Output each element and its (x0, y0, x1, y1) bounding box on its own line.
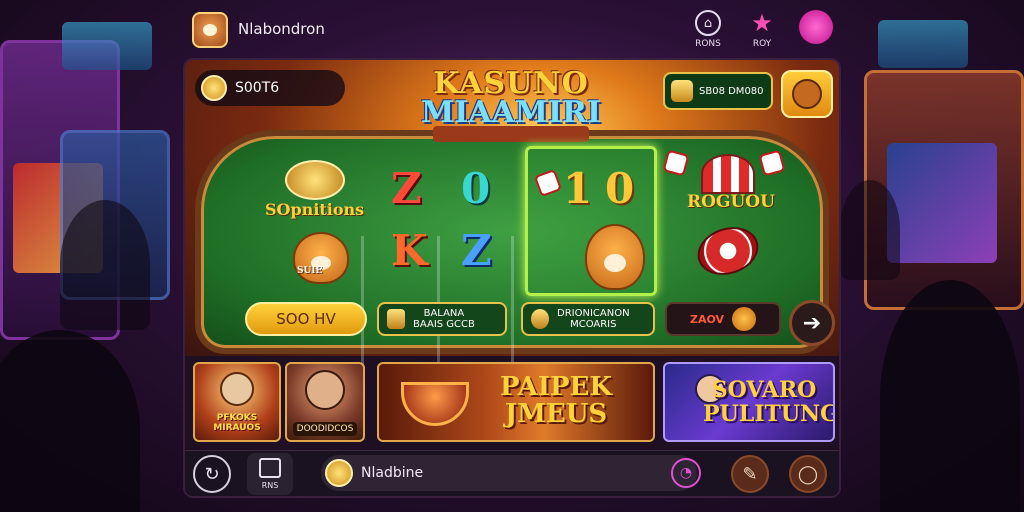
tent-label: ROGUOU (687, 192, 775, 212)
game-card[interactable]: PFKOKS MIRAUOS (193, 362, 281, 442)
next-arrow-button[interactable]: ➔ (789, 300, 835, 346)
balance-value: S00T6 (235, 80, 280, 96)
reel-symbol: 0 (461, 164, 491, 213)
character-portrait (305, 370, 345, 410)
mascot-button[interactable] (781, 70, 833, 118)
spin-button[interactable]: SOO HV (245, 302, 367, 336)
circle-icon: ◯ (797, 463, 819, 485)
brand-logo[interactable] (192, 12, 228, 48)
home-icon: ⌂ (695, 10, 721, 36)
game-card-row: PFKOKS MIRAUOS DOODIDCOS PAIPEK JMEUS SO… (193, 362, 835, 444)
shiba-mascot-icon (792, 79, 822, 109)
pot-icon (401, 382, 469, 426)
bonus-button-2-line-1: DRIONICANON (557, 307, 630, 319)
background-lamp (878, 20, 968, 68)
refresh-icon: ↻ (204, 463, 220, 485)
gauge-icon[interactable]: ◔ (671, 458, 701, 488)
bottom-nav: ↻ RNS Nladbine ◔ ✎ ◯ (185, 450, 839, 496)
balance-display[interactable]: S00T6 (195, 70, 345, 106)
bonus-button-1-label: BALANA BAAIS GCCB (413, 308, 475, 331)
coin-pile-icon (285, 160, 345, 200)
search-value: Nladbine (361, 465, 424, 481)
game-card[interactable]: DOODIDCOS (285, 362, 365, 442)
title-line-2: MIAAMIRI (421, 95, 601, 130)
grid-button[interactable]: RNS (247, 453, 293, 495)
reel-divider (437, 236, 440, 366)
coin-stack-icon (671, 80, 693, 102)
shiba-mascot-icon (585, 224, 645, 290)
arrow-right-icon: ➔ (802, 310, 822, 336)
game-card[interactable]: SOVARO PULITUNG (663, 362, 835, 442)
reel-symbol: Z (461, 226, 492, 275)
brand-name: Nlabondron (238, 20, 325, 38)
top-icon-group: ⌂ RONS ★ ROY (688, 8, 836, 49)
game-card-title: DOODIDCOS (293, 422, 357, 436)
star-icon: ★ (751, 9, 773, 37)
game-title-logo: KASUNO MIAAMIRI (411, 66, 611, 152)
reel-symbol: K (391, 226, 428, 275)
favorites-label: ROY (752, 39, 772, 49)
bonus-symbol-label: SOpnitions (265, 200, 365, 219)
promo-label: SB08 DM080 (699, 85, 764, 97)
search-input[interactable]: Nladbine ◔ (321, 455, 701, 491)
reel-symbol: 0 (605, 164, 635, 213)
chat-button[interactable]: ✎ (731, 455, 769, 493)
reel-divider (511, 236, 514, 366)
grid-icon (259, 458, 281, 478)
favorites-button[interactable]: ★ ROY (742, 8, 782, 49)
game-card-title: PFKOKS MIRAUOS (213, 413, 261, 434)
game-panel: S00T6 KASUNO MIAAMIRI SB08 DM080 SOpniti… (183, 58, 841, 498)
profile-orb-icon (799, 10, 833, 44)
background-person (880, 280, 1020, 512)
menu-button[interactable]: ◯ (789, 455, 827, 493)
background-person (840, 180, 900, 280)
hero-banner: S00T6 KASUNO MIAAMIRI SB08 DM080 SOpniti… (185, 60, 839, 366)
game-card-title: PAIPEK JMEUS (500, 372, 612, 430)
profile-button[interactable] (796, 8, 836, 47)
coin-icon (201, 75, 227, 101)
bonus-button-2[interactable]: DRIONICANON MCOARIS (521, 302, 655, 336)
jackpot-button[interactable]: ZAOV (665, 302, 781, 336)
chat-icon: ✎ (742, 463, 758, 485)
game-card-title: SOVARO PULITUNG (703, 377, 835, 428)
promo-badge[interactable]: SB08 DM080 (663, 72, 773, 110)
reel-divider (361, 236, 364, 366)
pile-label: SUIE (297, 266, 323, 276)
coin-icon (325, 459, 353, 487)
background-lamp (62, 22, 152, 70)
background-person (0, 330, 140, 512)
grid-label: RNS (261, 481, 279, 490)
home-label: RONS (695, 39, 721, 49)
refresh-button[interactable]: ↻ (193, 455, 231, 493)
character-portrait (220, 372, 254, 406)
top-bar: Nlabondron ⌂ RONS ★ ROY (190, 8, 840, 52)
reel-symbol: 1 (563, 164, 593, 213)
jackpot-label: ZAOV (689, 312, 725, 326)
bonus-button-2-label: DRIONICANON MCOARIS (557, 308, 630, 331)
bonus-button-1-line-2: BAAIS GCCB (413, 319, 475, 330)
shiba-mascot-icon (293, 232, 349, 284)
background-person (60, 200, 150, 330)
shiba-mascot-icon (732, 307, 757, 331)
bonus-button-2-line-2: MCOARIS (570, 319, 617, 330)
coin-icon (531, 309, 549, 329)
bonus-button-1-line-1: BALANA (423, 307, 465, 319)
gift-icon (387, 309, 405, 329)
home-button[interactable]: ⌂ RONS (688, 8, 728, 49)
action-row: SOO HV BALANA BAAIS GCCB DRIONICANON MCO… (245, 302, 825, 338)
reel-symbol: Z (391, 164, 422, 213)
bonus-button-1[interactable]: BALANA BAAIS GCCB (377, 302, 507, 336)
game-card[interactable]: PAIPEK JMEUS (377, 362, 655, 442)
